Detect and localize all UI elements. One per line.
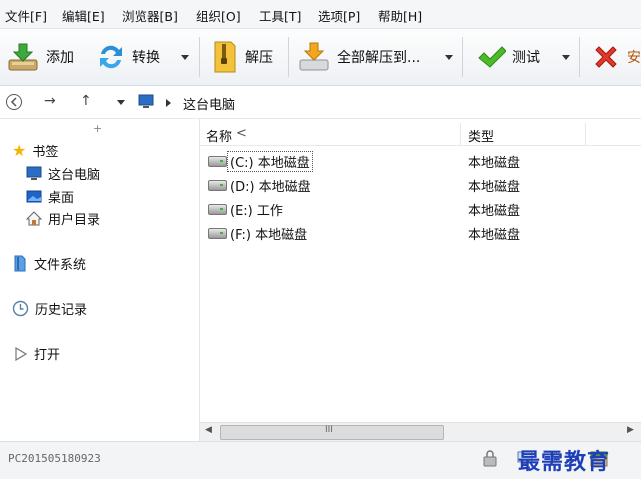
sidebar-item-filesystem[interactable]: 文件系统 bbox=[12, 254, 86, 273]
home-icon bbox=[26, 211, 42, 226]
convert-label: 转换 bbox=[132, 50, 160, 66]
toolbar: 添加 转换 解压 全部解压到... 测试 安 bbox=[0, 29, 641, 86]
sidebar: + ★ 书签 这台电脑 桌面 用户目录 文件系统 历史记录 打开 bbox=[0, 119, 200, 441]
extract-button[interactable]: 解压 bbox=[211, 29, 273, 85]
horizontal-scrollbar[interactable]: ◀ III ▶ bbox=[200, 422, 641, 441]
sidebar-label: 这台电脑 bbox=[48, 168, 101, 183]
extract-all-dropdown-icon[interactable] bbox=[445, 55, 453, 60]
drive-type: 本地磁盘 bbox=[468, 156, 521, 171]
add-archive-icon bbox=[8, 43, 38, 71]
breadcrumb-location[interactable]: 这台电脑 bbox=[183, 94, 235, 113]
menu-browser[interactable]: 浏览器[B] bbox=[122, 6, 178, 25]
toolbar-separator bbox=[462, 37, 463, 77]
computer-name: PC201505180923 bbox=[8, 452, 101, 465]
checkmark-icon bbox=[478, 46, 506, 68]
sidebar-label: 桌面 bbox=[48, 191, 75, 206]
menu-options[interactable]: 选项[P] bbox=[318, 6, 360, 25]
drive-row-c[interactable]: (C:) 本地磁盘 本地磁盘 bbox=[204, 149, 634, 172]
menu-bar: 文件[F] 编辑[E] 浏览器[B] 组织[O] 工具[T] 选项[P] 帮助[… bbox=[0, 0, 641, 29]
menu-organize[interactable]: 组织[O] bbox=[196, 6, 241, 25]
sidebar-label: 文件系统 bbox=[34, 258, 87, 273]
drive-row-f[interactable]: (F:) 本地磁盘 本地磁盘 bbox=[204, 221, 634, 243]
sidebar-label: 书签 bbox=[32, 145, 59, 160]
extract-zip-icon bbox=[214, 41, 236, 73]
hard-drive-icon bbox=[208, 156, 227, 167]
scroll-thumb[interactable]: III bbox=[220, 425, 444, 440]
menu-edit[interactable]: 编辑[E] bbox=[62, 6, 105, 25]
scroll-grip: III bbox=[325, 425, 333, 435]
sidebar-item-desktop[interactable]: 桌面 bbox=[26, 187, 74, 206]
column-header-type[interactable]: 类型 bbox=[460, 123, 586, 146]
sort-ascending-icon: < bbox=[236, 126, 247, 141]
delete-label-cut: 安 bbox=[627, 50, 641, 66]
clock-icon bbox=[12, 300, 29, 317]
hard-drive-icon bbox=[208, 180, 227, 191]
hard-drive-icon bbox=[208, 228, 227, 239]
drive-type: 本地磁盘 bbox=[468, 204, 521, 219]
drive-type: 本地磁盘 bbox=[468, 180, 521, 195]
convert-arrows-icon bbox=[100, 45, 122, 69]
sidebar-item-this-pc[interactable]: 这台电脑 bbox=[26, 164, 100, 183]
back-icon[interactable] bbox=[5, 93, 23, 111]
computer-icon bbox=[26, 166, 42, 180]
add-label: 添加 bbox=[46, 50, 74, 66]
hard-drive-icon bbox=[208, 204, 227, 215]
drive-type: 本地磁盘 bbox=[468, 228, 521, 243]
star-icon: ★ bbox=[12, 141, 27, 160]
sidebar-label: 用户目录 bbox=[48, 213, 101, 228]
sidebar-label: 打开 bbox=[34, 348, 61, 363]
column-name-label: 名称 bbox=[206, 130, 233, 145]
delete-x-icon bbox=[595, 46, 617, 68]
play-triangle-icon bbox=[15, 346, 28, 361]
toolbar-separator bbox=[199, 37, 200, 77]
desktop-icon bbox=[26, 190, 42, 202]
drive-row-d[interactable]: (D:) 本地磁盘 本地磁盘 bbox=[204, 173, 634, 195]
location-dropdown-icon[interactable] bbox=[117, 100, 125, 105]
column-type-label: 类型 bbox=[468, 130, 495, 145]
address-bar: → ↑ 这台电脑 bbox=[0, 86, 641, 119]
scroll-left-icon[interactable]: ◀ bbox=[205, 425, 212, 435]
menu-help[interactable]: 帮助[H] bbox=[378, 6, 422, 25]
convert-button[interactable]: 转换 bbox=[96, 29, 160, 85]
scroll-right-icon[interactable]: ▶ bbox=[627, 425, 634, 435]
computer-icon bbox=[138, 94, 154, 108]
sidebar-item-bookmarks[interactable]: ★ 书签 bbox=[12, 141, 58, 160]
toolbar-separator bbox=[579, 37, 580, 77]
file-list: 名称 < 类型 (C:) 本地磁盘 本地磁盘 (D:) 本地磁盘 本地磁盘 (E… bbox=[200, 119, 641, 419]
column-header-blank[interactable] bbox=[585, 123, 641, 146]
drive-name: (F:) 本地磁盘 bbox=[230, 228, 308, 243]
sidebar-label: 历史记录 bbox=[35, 303, 88, 318]
drive-name: (C:) 本地磁盘 bbox=[227, 151, 313, 172]
column-header-name[interactable]: 名称 < bbox=[200, 123, 460, 146]
test-button[interactable]: 测试 bbox=[476, 29, 540, 85]
lock-icon[interactable] bbox=[483, 450, 497, 467]
status-bar: PC201505180923 ⚙ 最需教育 bbox=[0, 441, 641, 479]
up-icon[interactable]: ↑ bbox=[80, 93, 92, 109]
sidebar-item-history[interactable]: 历史记录 bbox=[12, 299, 87, 318]
sidebar-add-icon[interactable]: + bbox=[93, 122, 102, 135]
drive-row-e[interactable]: (E:) 工作 本地磁盘 bbox=[204, 197, 634, 219]
extract-all-label: 全部解压到... bbox=[337, 50, 421, 66]
drive-name: (D:) 本地磁盘 bbox=[230, 180, 311, 195]
filesystem-icon bbox=[14, 255, 26, 272]
delete-button[interactable]: 安 bbox=[591, 29, 641, 85]
extract-all-button[interactable]: 全部解压到... bbox=[297, 29, 420, 85]
breadcrumb-chevron-icon[interactable] bbox=[166, 99, 171, 107]
forward-icon[interactable]: → bbox=[44, 93, 56, 109]
convert-dropdown-icon[interactable] bbox=[181, 55, 189, 60]
extract-label: 解压 bbox=[245, 50, 273, 66]
menu-tools[interactable]: 工具[T] bbox=[259, 6, 301, 25]
watermark: 最需教育 bbox=[518, 449, 611, 475]
menu-file[interactable]: 文件[F] bbox=[5, 6, 47, 25]
sidebar-item-user-dir[interactable]: 用户目录 bbox=[26, 209, 100, 228]
test-label: 测试 bbox=[512, 50, 540, 66]
add-button[interactable]: 添加 bbox=[6, 29, 74, 85]
test-dropdown-icon[interactable] bbox=[562, 55, 570, 60]
extract-to-drive-icon bbox=[299, 42, 329, 71]
sidebar-item-open[interactable]: 打开 bbox=[14, 344, 60, 363]
drive-name: (E:) 工作 bbox=[230, 204, 283, 219]
toolbar-separator bbox=[288, 37, 289, 77]
